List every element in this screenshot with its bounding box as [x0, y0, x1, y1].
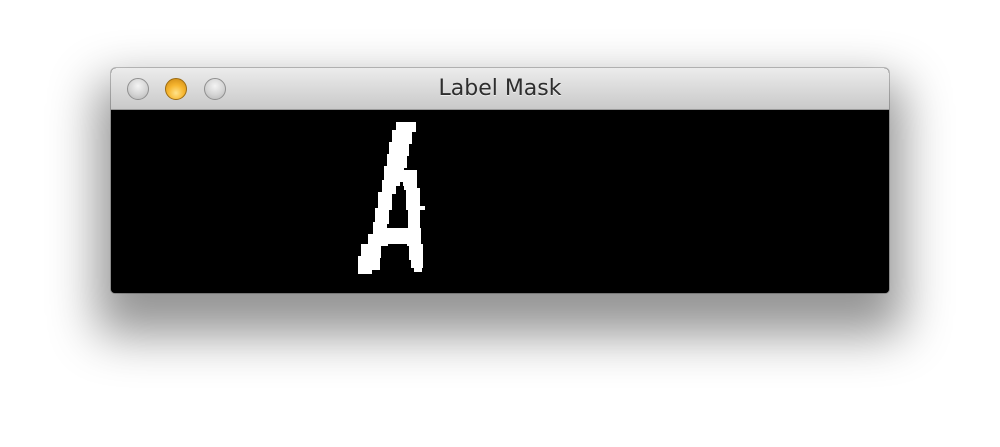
window-title: Label Mask	[438, 76, 562, 101]
mask-canvas	[111, 110, 889, 293]
label-mask-glyph	[358, 122, 425, 274]
titlebar[interactable]: Label Mask	[111, 68, 889, 110]
mask-blob	[358, 122, 425, 274]
label-mask-window: Label Mask	[111, 68, 889, 293]
desktop: Label Mask	[0, 0, 1000, 447]
